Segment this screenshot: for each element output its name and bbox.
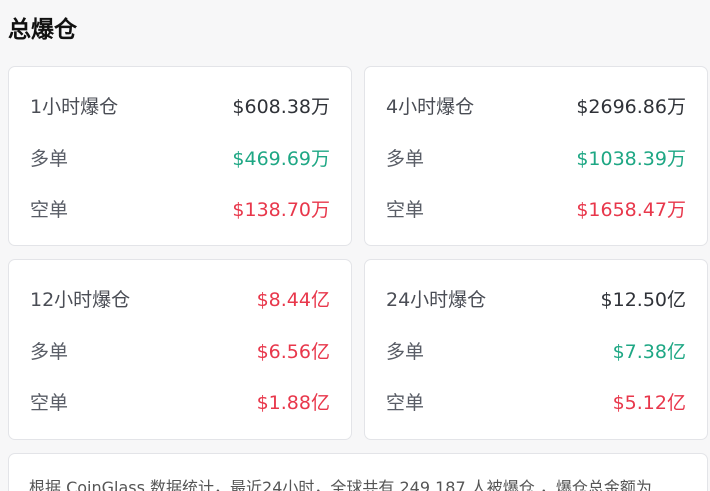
long-label: 多单 [386, 148, 425, 170]
card-12h: 12小时爆仓 $8.44亿 多单 $6.56亿 空单 $1.88亿 [8, 259, 352, 440]
long-value: $7.38亿 [612, 341, 686, 363]
total-value: $8.44亿 [256, 289, 330, 311]
short-value: $5.12亿 [612, 392, 686, 414]
card-row-total: 1小时爆仓 $608.38万 [30, 95, 330, 119]
long-value: $6.56亿 [256, 341, 330, 363]
period-label: 24小时爆仓 [386, 289, 487, 311]
total-value: $608.38万 [232, 96, 330, 118]
card-1h: 1小时爆仓 $608.38万 多单 $469.69万 空单 $138.70万 [8, 66, 352, 246]
long-label: 多单 [30, 148, 69, 170]
period-label: 1小时爆仓 [30, 96, 119, 118]
card-row-total: 24小时爆仓 $12.50亿 [386, 288, 686, 312]
total-value: $12.50亿 [600, 289, 686, 311]
card-row-short: 空单 $1.88亿 [30, 391, 330, 415]
card-row-long: 多单 $7.38亿 [386, 340, 686, 364]
long-label: 多单 [30, 341, 69, 363]
card-row-long: 多单 $469.69万 [30, 147, 330, 171]
card-row-short: 空单 $138.70万 [30, 198, 330, 222]
period-label: 12小时爆仓 [30, 289, 131, 311]
liquidation-page: 总爆仓 1小时爆仓 $608.38万 多单 $469.69万 空单 $138.7… [0, 0, 710, 491]
card-row-long: 多单 $6.56亿 [30, 340, 330, 364]
total-value: $2696.86万 [576, 96, 686, 118]
short-value: $1658.47万 [576, 199, 686, 221]
short-value: $138.70万 [232, 199, 330, 221]
long-value: $1038.39万 [576, 148, 686, 170]
period-label: 4小时爆仓 [386, 96, 475, 118]
card-4h: 4小时爆仓 $2696.86万 多单 $1038.39万 空单 $1658.47… [364, 66, 708, 246]
short-label: 空单 [30, 392, 69, 414]
long-value: $469.69万 [232, 148, 330, 170]
short-label: 空单 [30, 199, 69, 221]
long-label: 多单 [386, 341, 425, 363]
short-label: 空单 [386, 199, 425, 221]
card-row-short: 空单 $1658.47万 [386, 198, 686, 222]
short-label: 空单 [386, 392, 425, 414]
page-title: 总爆仓 [8, 17, 77, 43]
card-row-short: 空单 $5.12亿 [386, 391, 686, 415]
card-row-total: 12小时爆仓 $8.44亿 [30, 288, 330, 312]
card-row-total: 4小时爆仓 $2696.86万 [386, 95, 686, 119]
card-24h: 24小时爆仓 $12.50亿 多单 $7.38亿 空单 $5.12亿 [364, 259, 708, 440]
short-value: $1.88亿 [256, 392, 330, 414]
summary-text: 根据 CoinGlass 数据统计，最近24小时，全球共有 249,187 人被… [29, 478, 652, 491]
card-row-long: 多单 $1038.39万 [386, 147, 686, 171]
summary-note: 根据 CoinGlass 数据统计，最近24小时，全球共有 249,187 人被… [8, 453, 708, 491]
